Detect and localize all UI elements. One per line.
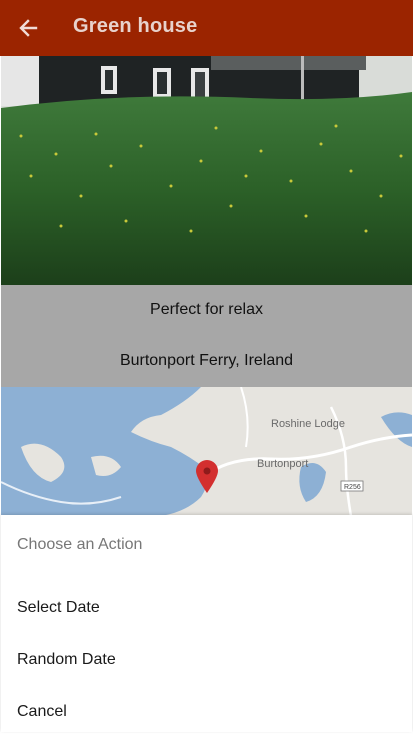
arrow-back-icon[interactable] <box>14 14 42 42</box>
cancel-label: Cancel <box>17 703 67 720</box>
page-title: Green house <box>73 15 198 37</box>
map-label-roshine: Roshine Lodge <box>271 418 345 430</box>
select-date-item[interactable]: Select Date <box>1 583 412 635</box>
select-date-label: Select Date <box>17 599 100 616</box>
sheet-title: Choose an Action <box>17 536 143 553</box>
random-date-label: Random Date <box>17 651 116 668</box>
info-panel: Perfect for relax Burtonport Ferry, Irel… <box>1 285 412 387</box>
cancel-item[interactable]: Cancel <box>1 687 412 739</box>
map-label-road: R256 <box>344 484 361 491</box>
action-sheet: Choose an Action Select Date Random Date… <box>1 515 412 732</box>
house-photo <box>1 56 412 285</box>
location-text: Burtonport Ferry, Ireland <box>119 352 294 369</box>
tagline: Perfect for relax <box>150 301 263 318</box>
app-bar: Green house <box>0 0 413 56</box>
location-map[interactable]: Roshine Lodge Burtonport R256 <box>1 387 412 516</box>
map-label-burtonport: Burtonport <box>257 458 308 470</box>
random-date-item[interactable]: Random Date <box>1 635 412 687</box>
